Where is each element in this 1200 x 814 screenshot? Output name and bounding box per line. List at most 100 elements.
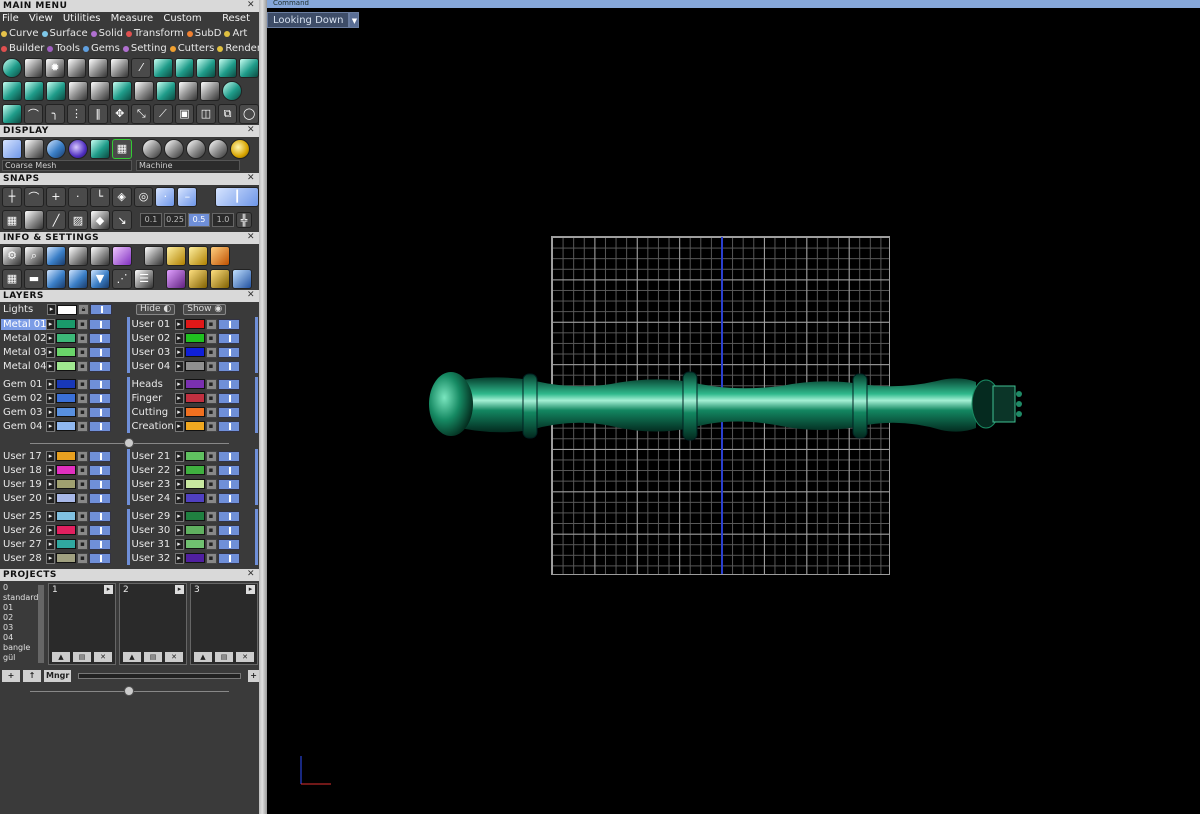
visibility-toggle[interactable] [89,392,111,404]
slot-save-icon[interactable]: ▤ [215,652,233,662]
snap-window-icon[interactable]: ▦ [2,210,22,230]
render-mode-3-icon[interactable] [210,268,230,289]
lock-icon[interactable]: ▪ [205,510,217,522]
layer-name[interactable]: User 30 [130,525,175,536]
plugin-gems[interactable]: Gems [83,41,120,56]
visibility-toggle[interactable] [89,360,111,372]
ring-icon[interactable] [239,57,259,78]
layer-color-swatch[interactable] [56,347,76,357]
layer-scrollbar[interactable] [255,509,258,565]
mesh-icon[interactable] [196,57,216,78]
plugin-tools[interactable]: Tools [47,41,80,56]
chip-icon[interactable] [109,57,130,78]
slot-up-icon[interactable]: ▲ [194,652,212,662]
lock-icon[interactable]: ▪ [205,492,217,504]
expand-icon[interactable]: ▸ [46,478,55,490]
render-mode-4-icon[interactable] [232,268,252,289]
lock-icon[interactable]: ▪ [77,318,88,330]
layer-row[interactable]: User 04 ▸ ▪ [130,359,255,373]
layer-row[interactable]: User 32 ▸ ▪ [130,551,255,565]
diamond-icon[interactable] [88,57,108,78]
slot-delete-icon[interactable]: ✕ [236,652,254,662]
layer-row[interactable]: Metal 02 ▸ ▪ [1,331,126,345]
layer-name[interactable]: User 32 [130,553,175,564]
plugin-builder[interactable]: Builder [1,41,44,56]
lock-icon[interactable]: ▪ [205,360,217,372]
layer-row[interactable]: Metal 03 ▸ ▪ [1,345,126,359]
layer-scrollbar[interactable] [255,317,258,373]
lock-icon[interactable]: ▪ [77,478,88,490]
layer-name[interactable]: User 03 [130,347,175,358]
layer-name[interactable]: User 17 [1,451,46,462]
plugin-solid[interactable]: Solid [90,26,123,41]
layer-row[interactable]: User 17 ▸ ▪ [1,449,126,463]
layers-stack-icon[interactable] [46,245,66,266]
lock-icon[interactable]: ▪ [77,332,88,344]
plugin-surface[interactable]: Surface [41,26,88,41]
hand-icon[interactable] [200,80,220,101]
layer-color-swatch[interactable] [56,407,76,417]
snap-cube-icon[interactable] [24,210,44,230]
lock-icon[interactable]: ▪ [77,378,88,390]
layer-row[interactable]: User 03 ▸ ▪ [130,345,255,359]
menu-custom[interactable]: Custom [163,13,201,24]
expand-icon[interactable]: ▸ [46,538,55,550]
layer-color-swatch[interactable] [56,333,76,343]
snap-ortho-icon[interactable]: · [155,186,176,207]
layer-row[interactable]: User 26 ▸ ▪ [1,523,126,537]
expand-icon[interactable]: ▸ [174,332,184,344]
splitter-knob[interactable] [124,686,134,696]
mesh-dropdown[interactable]: Coarse Mesh [2,160,132,171]
layer-row[interactable]: User 18 ▸ ▪ [1,463,126,477]
shaded-sphere-icon[interactable] [46,138,66,159]
pen-icon[interactable] [174,57,195,78]
slot-delete-icon[interactable]: ✕ [165,652,183,662]
trim-icon[interactable]: ⋮ [66,103,87,124]
layer-row[interactable]: User 02 ▸ ▪ [130,331,255,345]
layer-name[interactable]: User 18 [1,465,46,476]
slot-save-icon[interactable]: ▤ [144,652,162,662]
project-list-scrollbar[interactable] [38,585,44,663]
rings-icon[interactable] [2,80,22,101]
snap-end-icon[interactable]: └ [89,186,110,207]
visibility-toggle[interactable] [217,478,240,490]
box-icon[interactable] [46,268,66,289]
close-icon[interactable]: ✕ [246,233,256,243]
ring-model[interactable] [421,360,1031,450]
layer-row[interactable]: User 29 ▸ ▪ [130,509,255,523]
snap-pencil-icon[interactable]: ╱ [46,210,66,230]
lock-icon[interactable]: ▪ [205,346,217,358]
visibility-toggle[interactable] [89,464,111,476]
layer-scrollbar[interactable] [255,449,258,505]
play-icon[interactable]: ▸ [175,585,184,594]
lamp-icon[interactable] [23,57,44,78]
lock-icon[interactable]: ▪ [77,524,88,536]
layer-name[interactable]: User 24 [130,493,175,504]
material-sphere-2-icon[interactable] [164,138,184,159]
layer-color-swatch[interactable] [184,319,205,329]
layer-row[interactable]: Metal 01 ▸ ▪ [1,317,126,331]
show-button[interactable]: Show ◉ [183,304,227,315]
grid-settings-icon[interactable]: ╬ [236,212,252,228]
expand-icon[interactable]: ▸ [174,478,184,490]
menu-utilities[interactable]: Utilities [63,13,101,24]
layer-name[interactable]: Gem 04 [1,421,46,432]
circle-icon[interactable]: ◯ [239,103,259,124]
splitter-knob[interactable] [124,438,134,448]
lock-icon[interactable]: ▪ [205,332,217,344]
visibility-toggle[interactable] [217,450,240,462]
layer-row[interactable]: User 23 ▸ ▪ [130,477,255,491]
lock-icon[interactable]: ▪ [77,360,88,372]
plugin-subd[interactable]: SubD [186,26,221,41]
frame-icon[interactable]: ▣ [174,103,195,124]
visibility-toggle[interactable] [89,510,111,522]
lock-icon[interactable]: ▪ [77,510,88,522]
node-icon[interactable] [2,103,22,124]
expand-icon[interactable]: ▸ [174,346,184,358]
rect-icon[interactable]: ▬ [24,268,44,289]
pin-icon[interactable] [66,57,87,78]
layer-row[interactable]: User 21 ▸ ▪ [130,449,255,463]
visibility-toggle[interactable] [90,304,112,315]
wave-icon[interactable] [46,80,66,101]
layer-name[interactable]: User 19 [1,479,46,490]
